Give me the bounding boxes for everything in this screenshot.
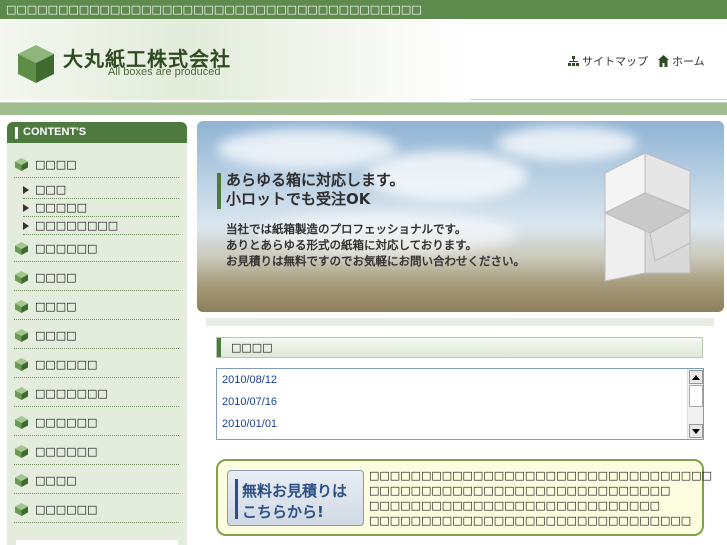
home-icon [658, 55, 669, 67]
paper-box-illustration [603, 152, 692, 282]
sidebar-subitem-label: □□□ [35, 183, 67, 196]
sidebar-item-7[interactable]: □□□□□□□ [14, 381, 179, 407]
free-estimate-button[interactable]: 無料お見積りは こちらから! [227, 470, 364, 526]
banner-cloud [217, 129, 397, 169]
banner-description-line2: ありとあらゆる形式の紙箱に対応しております。 [226, 238, 478, 252]
sidebar-heading-bar [15, 126, 18, 139]
home-link[interactable]: ホーム [658, 53, 705, 69]
cube-bullet-icon [15, 242, 28, 255]
estimate-text-line: □□□□□□□□□□□□□□□□□□□□□□□□□□□□□□□□□ [369, 469, 712, 482]
cube-bullet-icon [15, 474, 28, 487]
news-heading-bar [217, 338, 221, 357]
sidebar-item-11[interactable]: □□□□□□ [14, 497, 179, 523]
banner-headline: あらゆる箱に対応します。 小ロットでも受注OK [226, 171, 405, 209]
sitemap-link-label: サイトマップ [582, 55, 648, 68]
sidebar-item-10[interactable]: □□□□ [14, 468, 179, 494]
sidebar-item-9[interactable]: □□□□□□ [14, 439, 179, 465]
sidebar-item-6[interactable]: □□□□□□ [14, 352, 179, 378]
cube-bullet-icon [15, 503, 28, 516]
sidebar-item-label: □□□□□□ [35, 242, 98, 255]
cube-bullet-icon [15, 158, 28, 171]
logo-cube-icon[interactable] [16, 43, 56, 85]
banner-description-line1: 当社では紙箱製造のプロフェッショナルです。 [226, 222, 467, 236]
estimate-text-line: □□□□□□□□□□□□□□□□□□□□□□□□□□□□□ [369, 484, 671, 497]
arrow-right-icon [23, 185, 29, 194]
cube-bullet-icon [15, 445, 28, 458]
site-header: 大丸紙工株式会社 All boxes are produced サイトマップ ホ… [0, 19, 727, 100]
hero-banner: あらゆる箱に対応します。 小ロットでも受注OK 当社では紙箱製造のプロフェッショ… [197, 121, 724, 312]
cube-bullet-icon [15, 271, 28, 284]
banner-headline-line1: あらゆる箱に対応します。 [226, 171, 405, 189]
sidebar-item-label: □□□□□□ [35, 503, 98, 516]
sidebar-item-label: □□□□□□ [35, 358, 98, 371]
sidebar-item-3[interactable]: □□□□ [14, 265, 179, 291]
estimate-text-line: □□□□□□□□□□□□□□□□□□□□□□□□□□□□ [369, 499, 661, 512]
banner-description-line3: お見積りは無料ですのでお気軽にお問い合わせください。 [226, 254, 525, 268]
sidebar-subitem-3[interactable]: □□□□□□□□ [23, 217, 179, 235]
sitemap-icon [568, 55, 579, 66]
chevron-down-icon [692, 428, 700, 434]
news-scrollbar[interactable] [687, 369, 703, 439]
sidebar-subitem-2[interactable]: □□□□□ [23, 199, 179, 217]
sidebar-item-2[interactable]: □□□□□□ [14, 236, 179, 262]
scrollbar-thumb[interactable] [689, 385, 703, 407]
cube-bullet-icon [15, 387, 28, 400]
news-heading: □□□□ [216, 337, 703, 358]
estimate-button-line2: こちらから! [242, 503, 324, 521]
chevron-up-icon [692, 374, 700, 380]
content-divider-strip [206, 318, 714, 326]
banner-headline-line2: 小ロットでも受注OK [226, 190, 371, 208]
sidebar: CONTENT'S □□□□ □□□ □□□□□ □□□□□□□□ □□□□□□… [7, 122, 187, 545]
sidebar-item-label: □□□□□□ [35, 416, 98, 429]
sidebar-heading-label: CONTENT'S [23, 126, 87, 138]
cube-bullet-icon [15, 358, 28, 371]
estimate-button-bar [235, 479, 238, 519]
sidebar-item-label: □□□□ [35, 271, 77, 284]
arrow-right-icon [23, 203, 29, 212]
sidebar-item-label: □□□□ [35, 329, 77, 342]
company-tagline: All boxes are produced [108, 66, 221, 78]
scroll-down-button[interactable] [689, 424, 703, 438]
scroll-up-button[interactable] [689, 370, 703, 384]
banner-accent-bar [217, 173, 221, 209]
banner-description: 当社では紙箱製造のプロフェッショナルです。 ありとあらゆる形式の紙箱に対応してお… [226, 221, 525, 269]
header-divider-bar [0, 102, 727, 115]
sidebar-item-label: □□□□□□ [35, 445, 98, 458]
sidebar-item-4[interactable]: □□□□ [14, 294, 179, 320]
sidebar-item-label: □□□□ [35, 300, 77, 313]
top-announcement-bar: □□□□□□□□□□□□□□□□□□□□□□□□□□□□□□□□□□□□□□□□ [0, 0, 727, 19]
sidebar-item-8[interactable]: □□□□□□ [14, 410, 179, 436]
news-list: 2010/08/12 2010/07/16 2010/01/01 [216, 368, 704, 440]
sidebar-item-label: □□□□ [35, 474, 77, 487]
arrow-right-icon [23, 221, 29, 230]
sidebar-item-1[interactable]: □□□□ [14, 152, 179, 178]
cube-bullet-icon [15, 416, 28, 429]
sidebar-subitem-label: □□□□□□□□ [35, 219, 119, 232]
estimate-panel: 無料お見積りは こちらから! □□□□□□□□□□□□□□□□□□□□□□□□□… [216, 459, 712, 536]
sidebar-item-label: □□□□□□□ [35, 387, 108, 400]
sidebar-item-5[interactable]: □□□□ [14, 323, 179, 349]
news-item-date[interactable]: 2010/07/16 [222, 396, 277, 408]
sidebar-heading: CONTENT'S [7, 122, 187, 143]
estimate-text-line: □□□□□□□□□□□□□□□□□□□□□□□□□□□□□□□ [369, 514, 692, 527]
sidebar-subitem-label: □□□□□ [35, 201, 87, 214]
news-item-date[interactable]: 2010/08/12 [222, 374, 277, 386]
news-item-date[interactable]: 2010/01/01 [222, 418, 277, 430]
top-announcement-text: □□□□□□□□□□□□□□□□□□□□□□□□□□□□□□□□□□□□□□□□ [6, 3, 422, 16]
sidebar-subitem-1[interactable]: □□□ [23, 181, 179, 199]
news-heading-label: □□□□ [231, 341, 273, 354]
sidebar-footer-box [16, 540, 178, 545]
sidebar-item-label: □□□□ [35, 158, 77, 171]
cube-bullet-icon [15, 329, 28, 342]
cube-bullet-icon [15, 300, 28, 313]
home-link-label: ホーム [672, 55, 705, 68]
estimate-button-line1: 無料お見積りは [242, 482, 348, 500]
sitemap-link[interactable]: サイトマップ [568, 53, 648, 69]
